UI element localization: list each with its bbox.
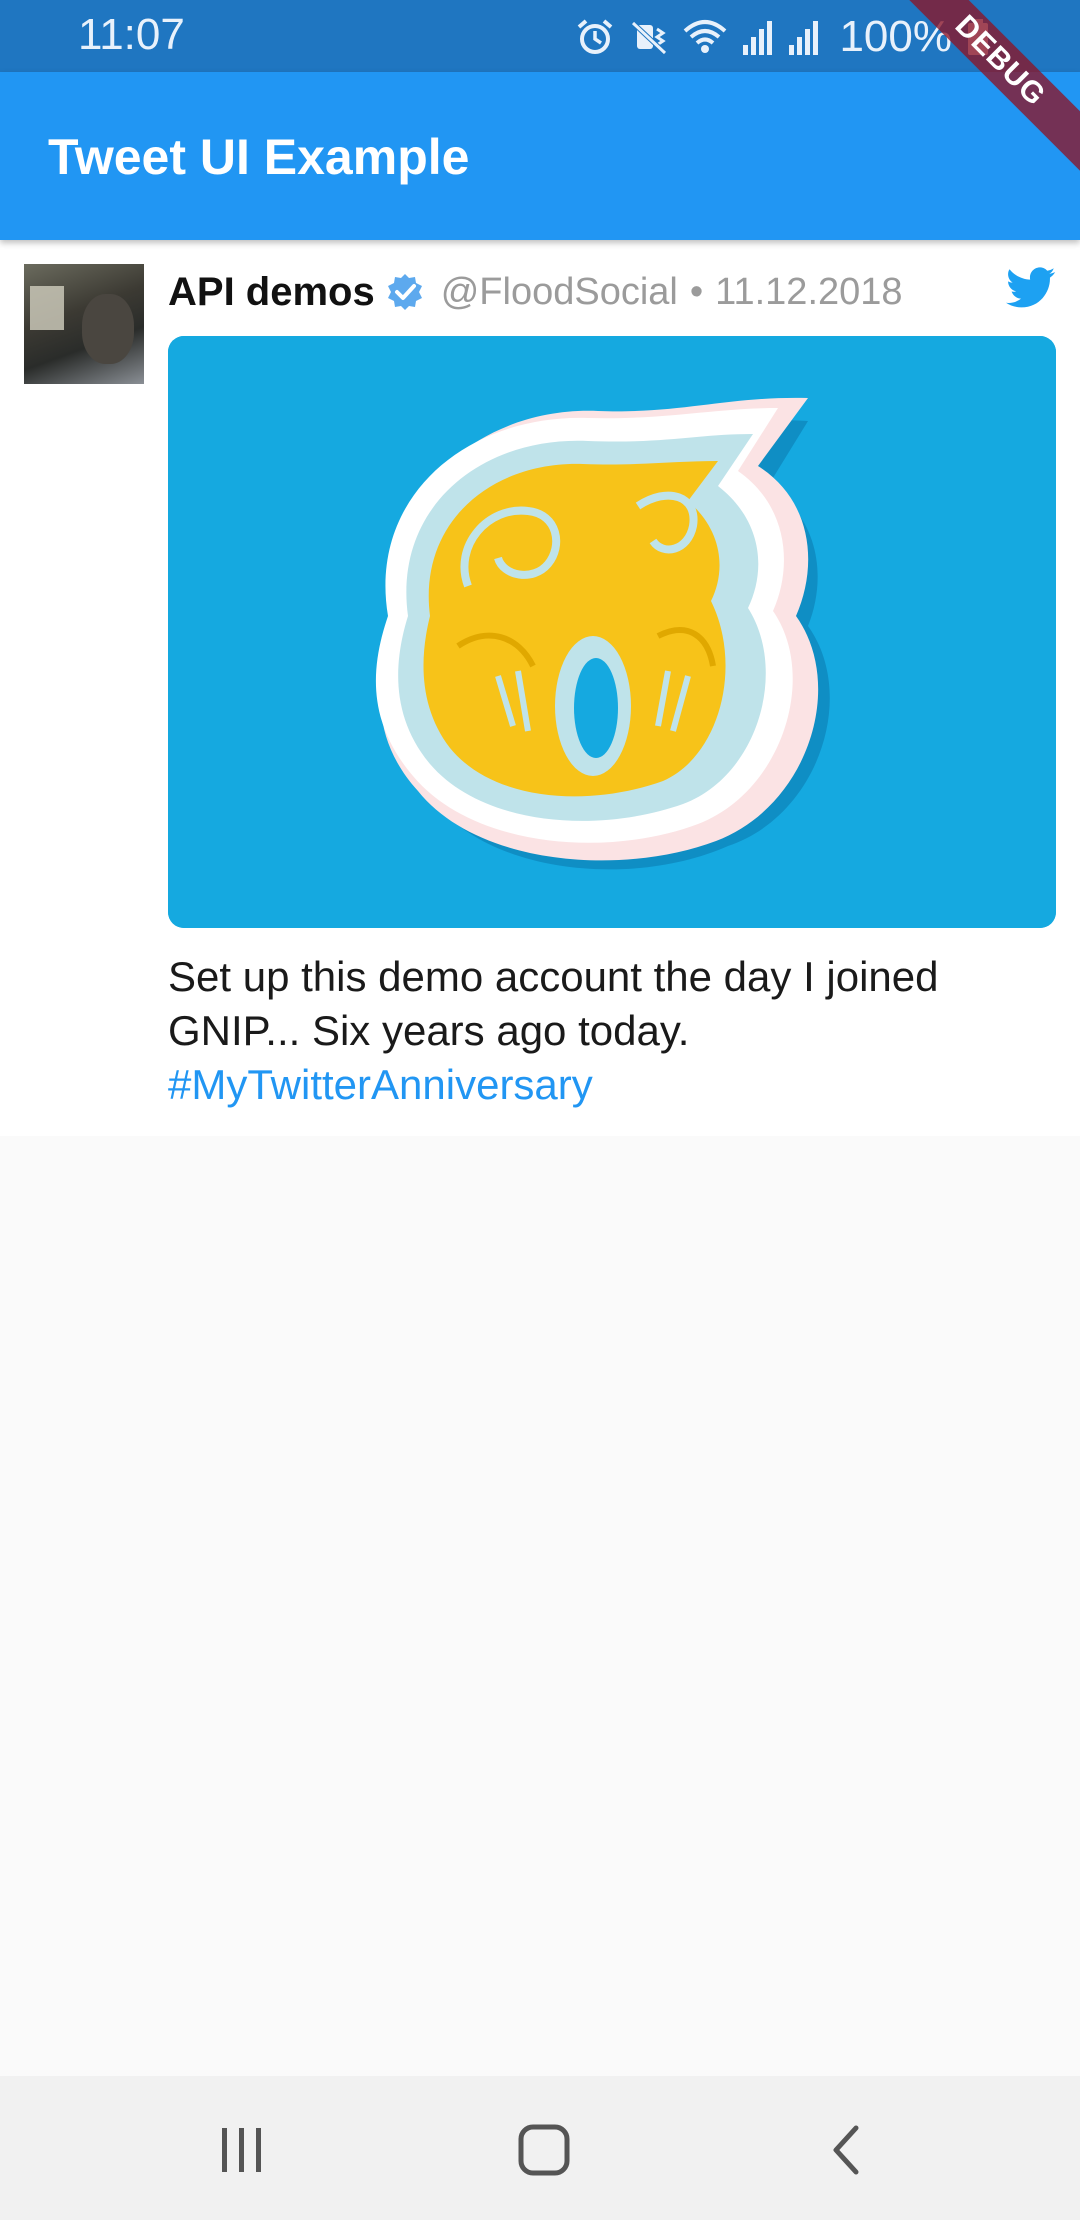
nav-bar <box>0 2076 1080 2220</box>
mute-vibrate-icon <box>631 21 668 55</box>
tweet-media-image[interactable] <box>168 336 1056 928</box>
user-handle[interactable]: @FloodSocial <box>441 271 678 314</box>
avatar-face-detail <box>82 294 134 364</box>
tweet-header: API demos @FloodSocial • 11.12.2018 <box>168 262 903 322</box>
app-bar-title: Tweet UI Example <box>48 129 470 185</box>
separator-dot: • <box>689 270 704 313</box>
tweet-body: Set up this demo account the day I joine… <box>168 953 939 1054</box>
verified-badge-icon <box>387 274 422 310</box>
app-bar: Tweet UI Example <box>0 72 1080 240</box>
back-icon[interactable] <box>826 2122 866 2178</box>
avatar-window-detail <box>30 286 64 330</box>
status-time: 11:07 <box>78 10 185 59</box>
hashtag-link[interactable]: #MyTwitterAnniversary <box>168 1058 1048 1112</box>
status-bar: 11:07 100% <box>0 0 1080 72</box>
home-icon[interactable] <box>516 2122 572 2178</box>
six-paper-cutout-image <box>168 336 1056 928</box>
tweet-text: Set up this demo account the day I joine… <box>168 950 1048 1112</box>
avatar[interactable] <box>24 264 144 384</box>
user-name[interactable]: API demos <box>168 270 375 315</box>
signal-icon <box>743 21 773 55</box>
alarm-icon <box>578 19 613 54</box>
tweet-card[interactable]: API demos @FloodSocial • 11.12.2018 Set … <box>0 240 1080 1136</box>
twitter-bird-icon[interactable] <box>1006 266 1056 310</box>
signal-icon <box>789 21 819 55</box>
screen: 11:07 100% DEBUG Tweet UI Example API de… <box>0 0 1080 2220</box>
tweet-date: 11.12.2018 <box>715 270 903 313</box>
wifi-icon <box>684 20 727 53</box>
recent-apps-icon[interactable] <box>218 2122 266 2178</box>
